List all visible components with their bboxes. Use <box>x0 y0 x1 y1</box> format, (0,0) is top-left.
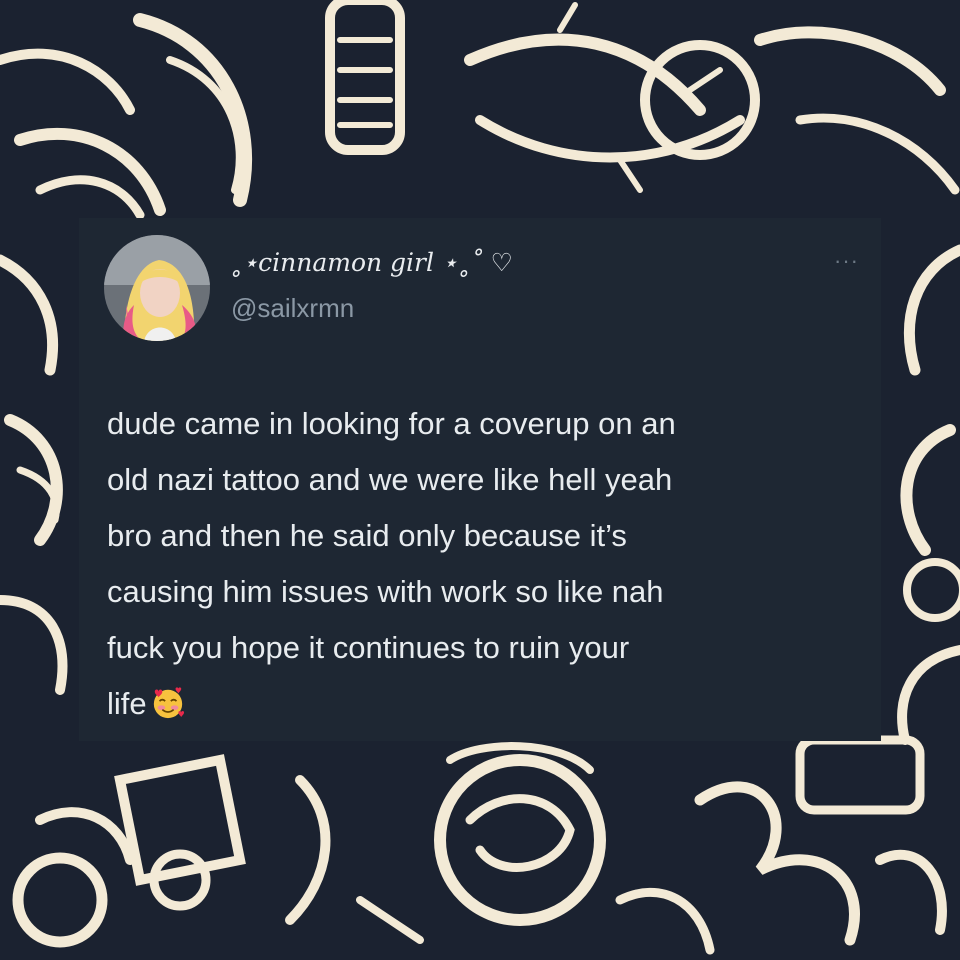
tweet-body: dude came in looking for a coverup on an… <box>107 396 867 732</box>
user-handle[interactable]: @sailxrmn <box>231 293 354 324</box>
tweet-line-text: life <box>107 686 147 721</box>
display-name[interactable]: ˳⋆cinnamon girl ⋆˳˚ ♡ <box>230 248 513 277</box>
tweet-line: fuck you hope it continues to ruin your <box>107 630 630 665</box>
tweet-line: bro and then he said only because it’s <box>107 518 627 553</box>
tweet-line-last: life <box>107 676 867 732</box>
tweet-line: old nazi tattoo and we were like hell ye… <box>107 462 673 497</box>
smiling-face-with-hearts-icon <box>153 687 184 719</box>
tweet-card[interactable]: ˳⋆cinnamon girl ⋆˳˚ ♡ @sailxrmn ··· dude… <box>79 218 881 741</box>
avatar[interactable] <box>104 235 210 341</box>
more-options-icon[interactable]: ··· <box>834 248 859 274</box>
tweet-line: causing him issues with work so like nah <box>107 574 664 609</box>
tweet-line: dude came in looking for a coverup on an <box>107 406 676 441</box>
